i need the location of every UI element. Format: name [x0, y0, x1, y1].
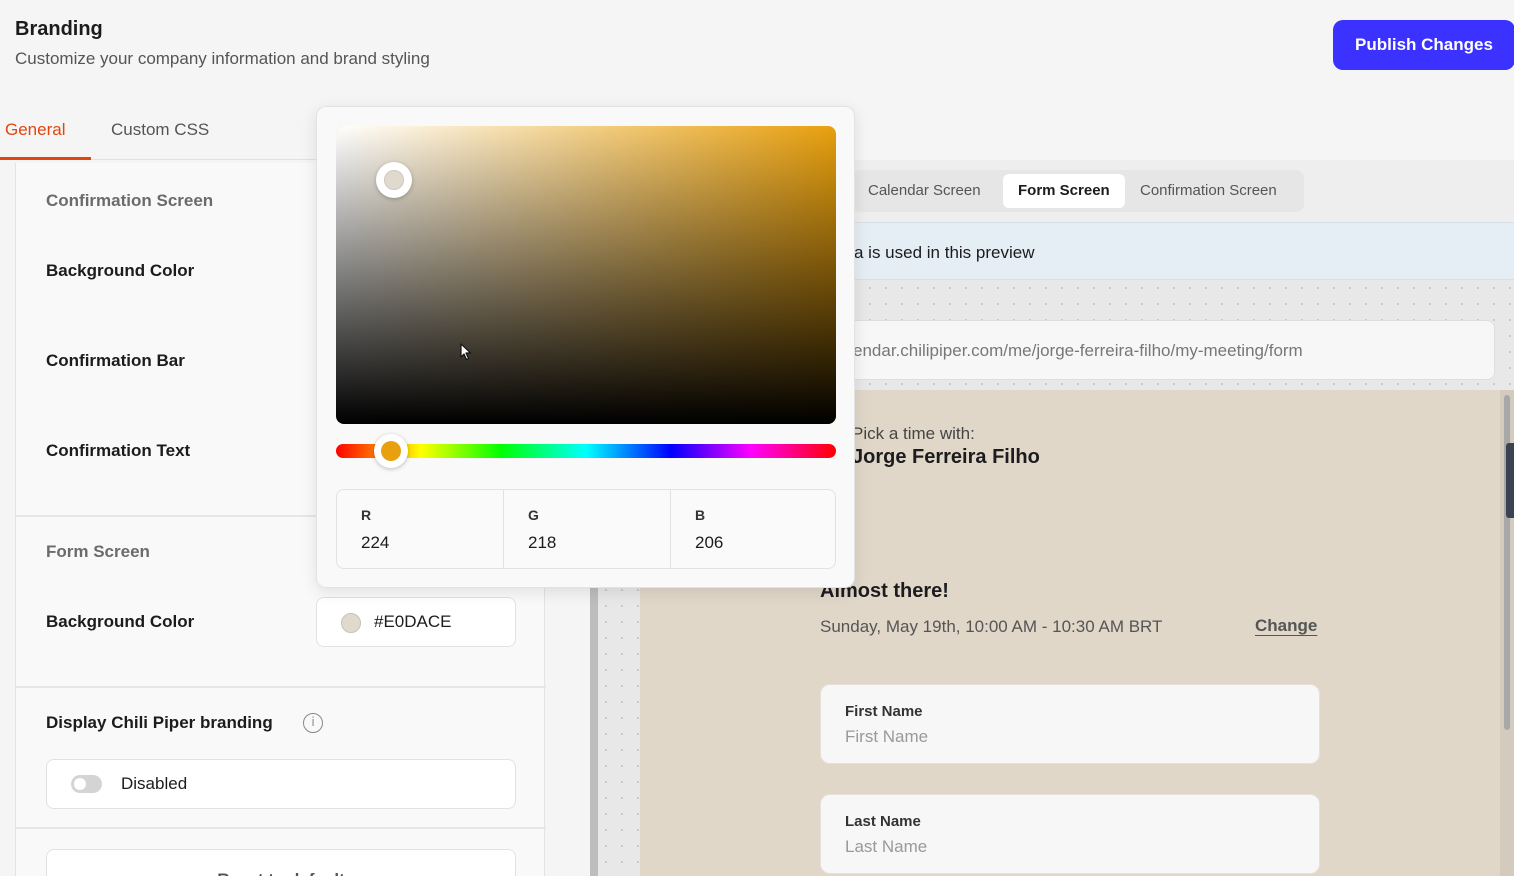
blue-input[interactable]: B 206: [670, 490, 837, 568]
preview-info-text: a is used in this preview: [854, 243, 1035, 262]
green-label: G: [528, 507, 539, 523]
page-header: Branding Customize your company informat…: [0, 0, 1514, 100]
pick-time-label: Pick a time with:: [852, 424, 975, 443]
red-value: 224: [361, 533, 390, 552]
hue-preview: [381, 441, 401, 461]
preview-screen-tabs: Calendar Screen Form Screen Confirmation…: [852, 170, 1304, 212]
publish-changes-button[interactable]: Publish Changes: [1333, 20, 1514, 70]
active-tab-indicator: [0, 157, 91, 160]
page-subtitle: Customize your company information and b…: [15, 49, 430, 68]
form-background-color-label: Background Color: [46, 612, 195, 631]
tab-confirmation-screen[interactable]: Confirmation Screen: [1140, 182, 1277, 199]
section-divider: [16, 827, 546, 829]
last-name-label: Last Name: [845, 813, 921, 830]
cursor-icon: [460, 343, 472, 361]
form-section-title: Form Screen: [46, 542, 150, 561]
first-name-placeholder: First Name: [845, 727, 929, 746]
branding-toggle[interactable]: [71, 775, 102, 793]
chili-piper-branding-label: Display Chili Piper branding: [46, 713, 273, 732]
confirmation-bar-label: Confirmation Bar: [46, 351, 185, 370]
toggle-knob: [74, 778, 86, 790]
red-label: R: [361, 507, 372, 523]
meeting-datetime: Sunday, May 19th, 10:00 AM - 10:30 AM BR…: [820, 617, 1163, 636]
tab-general[interactable]: General: [5, 120, 65, 140]
rgb-inputs: R 224 G 218 B 206: [336, 489, 836, 569]
section-divider: [16, 686, 546, 688]
confirmation-section-title: Confirmation Screen: [46, 191, 214, 210]
color-picker-popover: R 224 G 218 B 206: [316, 106, 855, 588]
first-name-label: First Name: [845, 703, 923, 720]
color-selector-handle[interactable]: [376, 162, 412, 198]
branding-toggle-label: Disabled: [121, 774, 188, 793]
form-background-color-input[interactable]: #E0DACE: [316, 597, 516, 647]
info-icon[interactable]: i: [303, 713, 323, 733]
selected-color-preview: [384, 170, 404, 190]
reset-to-default-button[interactable]: Reset to default: [46, 849, 516, 876]
confirmation-text-label: Confirmation Text: [46, 441, 191, 460]
green-input[interactable]: G 218: [503, 490, 670, 568]
first-name-field[interactable]: First Name First Name: [820, 684, 1320, 764]
red-input[interactable]: R 224: [337, 490, 504, 568]
window-edge-handle[interactable]: [1506, 443, 1514, 518]
last-name-field[interactable]: Last Name Last Name: [820, 794, 1320, 874]
tab-custom-css[interactable]: Custom CSS: [111, 120, 209, 140]
hue-slider[interactable]: [336, 444, 836, 458]
value-overlay: [336, 126, 836, 424]
change-time-link[interactable]: Change: [1255, 616, 1317, 636]
color-swatch: [341, 613, 361, 633]
branding-toggle-row[interactable]: Disabled: [46, 759, 516, 809]
saturation-value-area[interactable]: [336, 126, 836, 424]
host-name: Jorge Ferreira Filho: [852, 446, 1040, 468]
blue-label: B: [695, 507, 706, 523]
settings-tabs: General Custom CSS: [0, 104, 316, 160]
last-name-placeholder: Last Name: [845, 837, 928, 856]
color-hex-value: #E0DACE: [374, 612, 452, 631]
page-title: Branding: [15, 18, 103, 40]
confirmation-background-color-label: Background Color: [46, 261, 195, 280]
tab-form-screen[interactable]: Form Screen: [1018, 182, 1110, 199]
blue-value: 206: [695, 533, 724, 552]
hue-slider-handle[interactable]: [374, 434, 408, 468]
green-value: 218: [528, 533, 557, 552]
preview-url: endar.chilipiper.com/me/jorge-ferreira-f…: [853, 341, 1303, 360]
tab-calendar-screen[interactable]: Calendar Screen: [868, 182, 981, 199]
